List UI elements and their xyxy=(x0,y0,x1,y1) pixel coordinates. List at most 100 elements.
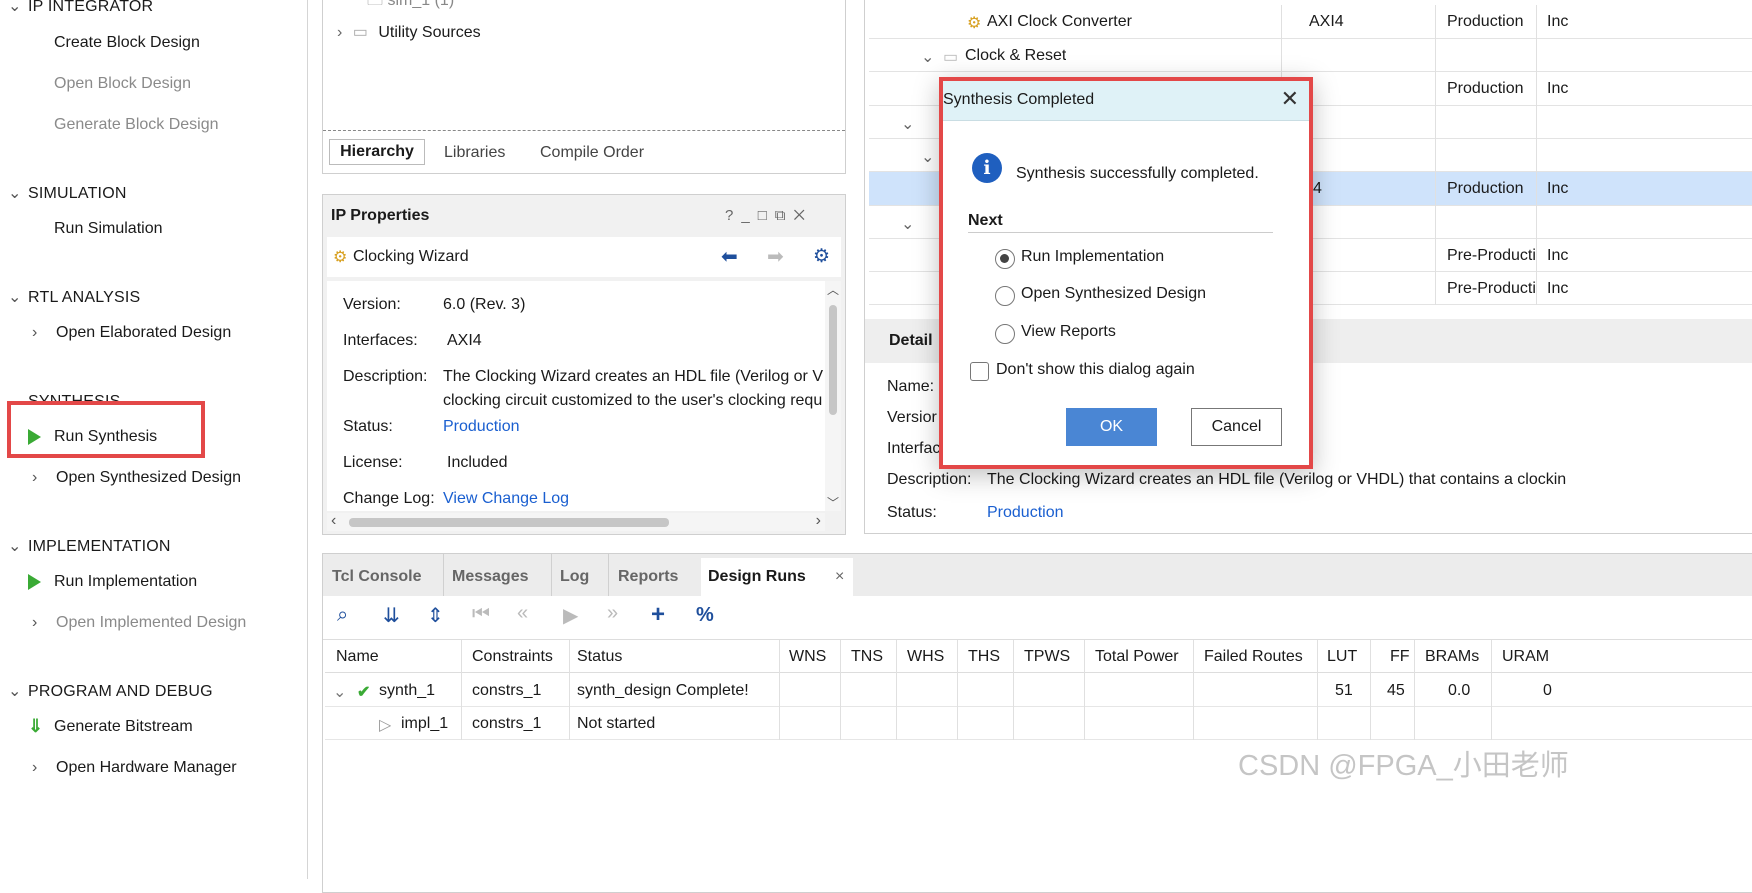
chevron-right-icon: › xyxy=(32,469,38,486)
folder-icon: 🗀 xyxy=(367,0,384,9)
tab-reports[interactable]: Reports xyxy=(618,568,678,586)
dialog-message: Synthesis successfully completed. xyxy=(1016,165,1259,182)
fast-forward-icon[interactable]: » xyxy=(607,602,618,625)
radio-unselected[interactable] xyxy=(995,286,1015,306)
chevron-right-icon: › xyxy=(32,759,38,776)
scroll-thumb[interactable] xyxy=(829,305,837,415)
percent-icon[interactable]: % xyxy=(696,604,714,627)
rewind-icon[interactable]: « xyxy=(517,602,528,625)
close-icon[interactable]: ✕ xyxy=(1281,86,1299,112)
ip-name: Clocking Wizard xyxy=(353,248,469,265)
section-rtl-analysis[interactable]: ⌄ RTL ANALYSIS xyxy=(8,287,140,307)
folder-icon: ▭ xyxy=(352,24,368,41)
design-runs-panel: Tcl Console Messages Log Reports Design … xyxy=(322,553,1752,893)
scroll-down-icon[interactable]: ﹀ xyxy=(827,494,839,511)
vertical-scrollbar[interactable]: ︿ ﹀ xyxy=(825,281,841,511)
chevron-right-icon: › xyxy=(337,24,343,41)
radio-selected[interactable] xyxy=(995,249,1015,269)
scroll-right-icon[interactable]: › xyxy=(816,512,821,530)
section-implementation[interactable]: ⌄ IMPLEMENTATION xyxy=(8,536,171,556)
scroll-up-icon[interactable]: ︿ xyxy=(827,281,839,298)
create-block-design[interactable]: Create Block Design xyxy=(54,34,200,52)
dialog-title: Synthesis Completed xyxy=(943,91,1095,108)
view-change-log-link[interactable]: View Change Log xyxy=(443,490,569,508)
close-tab-icon[interactable]: × xyxy=(835,568,844,586)
tab-compile-order[interactable]: Compile Order xyxy=(540,144,644,162)
open-synthesized-design[interactable]: › Open Synthesized Design xyxy=(32,469,241,487)
minimize-icon[interactable]: _ xyxy=(741,207,757,224)
first-icon[interactable]: ⏮ xyxy=(472,603,490,626)
open-elaborated-design[interactable]: › Open Elaborated Design xyxy=(32,324,231,342)
open-hardware-manager[interactable]: › Open Hardware Manager xyxy=(32,759,237,777)
sources-panel: 🗀 sim_1 (1) › ▭ Utility Sources Hierarch… xyxy=(322,0,846,174)
tab-messages[interactable]: Messages xyxy=(452,568,529,586)
chevron-right-icon: › xyxy=(32,614,38,631)
section-simulation[interactable]: ⌄ SIMULATION xyxy=(8,183,127,203)
tab-hierarchy[interactable]: Hierarchy xyxy=(329,139,425,165)
details-status-link[interactable]: Production xyxy=(987,504,1064,522)
scroll-left-icon[interactable]: ‹ xyxy=(331,512,336,530)
back-arrow-icon[interactable]: ⬅ xyxy=(721,244,738,269)
utility-sources-item[interactable]: › ▭ Utility Sources xyxy=(337,22,481,42)
chevron-down-icon: ⌄ xyxy=(921,49,935,66)
radio-unselected[interactable] xyxy=(995,324,1015,344)
section-program-debug[interactable]: ⌄ PROGRAM AND DEBUG xyxy=(8,681,213,701)
table-row[interactable]: ▷ impl_1 constrs_1 Not started xyxy=(325,707,1752,740)
ok-button[interactable]: OK xyxy=(1066,408,1157,446)
panel-window-controls[interactable]: ?_□⧉✕ xyxy=(725,207,813,224)
checkbox[interactable] xyxy=(970,362,989,381)
help-icon[interactable]: ? xyxy=(725,207,741,224)
watermark: CSDN @FPGA_小田老师 xyxy=(1238,750,1569,782)
ip-chip-icon: ⚙ xyxy=(333,249,348,266)
expand-all-icon[interactable]: ⇕ xyxy=(427,603,444,628)
flow-navigator: ⌄ IP INTEGRATOR Create Block Design Open … xyxy=(0,0,308,879)
synthesis-completed-dialog: Synthesis Completed ✕ i Synthesis succes… xyxy=(939,77,1313,469)
cancel-button[interactable]: Cancel xyxy=(1191,408,1282,446)
tab-log[interactable]: Log xyxy=(560,568,589,586)
chevron-down-icon[interactable]: ⌄ xyxy=(333,682,346,702)
generate-bitstream[interactable]: ⇓ Generate Bitstream xyxy=(28,716,193,736)
ip-header-row: ⚙ Clocking Wizard ⬅ ➡ ⚙ xyxy=(327,237,841,277)
close-icon[interactable]: ✕ xyxy=(793,207,812,224)
hscroll-thumb[interactable] xyxy=(349,518,669,527)
add-run-icon[interactable]: + xyxy=(651,601,665,629)
run-green-triangle-icon xyxy=(28,574,41,595)
settings-gear-icon[interactable]: ⚙ xyxy=(813,245,830,268)
ip-interfaces: AXI4 xyxy=(447,332,482,349)
table-row[interactable]: ⌄ ✔ synth_1 constrs_1 synth_design Compl… xyxy=(325,674,1752,707)
open-block-design[interactable]: Open Block Design xyxy=(54,75,191,93)
ip-status-link[interactable]: Production xyxy=(443,418,520,436)
folder-icon: ▭ xyxy=(943,49,959,66)
run-icon[interactable]: ▶ xyxy=(563,603,578,628)
sim-source-item[interactable]: 🗀 sim_1 (1) xyxy=(367,0,454,16)
bitstream-icon: ⇓ xyxy=(28,716,44,736)
ip-chip-icon: ⚙ xyxy=(967,15,982,32)
next-divider xyxy=(968,232,1273,233)
run-simulation[interactable]: Run Simulation xyxy=(54,220,163,238)
ip-description-line1: The Clocking Wizard creates an HDL file … xyxy=(443,368,823,385)
details-description: The Clocking Wizard creates an HDL file … xyxy=(987,471,1567,488)
forward-arrow-icon[interactable]: ➡ xyxy=(767,244,784,269)
section-ip-integrator[interactable]: ⌄ IP INTEGRATOR xyxy=(8,0,153,16)
maximize-icon[interactable]: □ xyxy=(758,207,775,224)
triangle-right-icon: ▷ xyxy=(379,717,392,734)
generate-block-design[interactable]: Generate Block Design xyxy=(54,116,219,134)
table-row[interactable]: ⚙ AXI Clock Converter AXI4 Production In… xyxy=(869,5,1752,39)
ip-properties-title: IP Properties xyxy=(331,207,430,224)
collapse-all-icon[interactable]: ⇊ xyxy=(383,603,400,628)
tab-tcl-console[interactable]: Tcl Console xyxy=(332,568,422,586)
dialog-titlebar[interactable]: Synthesis Completed ✕ xyxy=(943,81,1309,121)
ip-license: Included xyxy=(447,454,508,471)
highlight-run-synthesis xyxy=(7,401,205,458)
search-icon[interactable]: ⌕ xyxy=(337,604,348,627)
tab-divider xyxy=(323,130,845,131)
tab-design-runs[interactable]: Design Runs × xyxy=(701,558,853,596)
tab-libraries[interactable]: Libraries xyxy=(444,144,505,162)
next-label: Next xyxy=(968,212,1003,229)
float-icon[interactable]: ⧉ xyxy=(775,207,794,224)
ip-version: 6.0 (Rev. 3) xyxy=(443,296,526,313)
run-implementation[interactable]: Run Implementation xyxy=(28,573,197,591)
open-implemented-design[interactable]: › Open Implemented Design xyxy=(32,614,246,632)
horizontal-scrollbar[interactable]: ‹ › xyxy=(327,512,825,531)
table-row[interactable]: ⌄ ▭ Clock & Reset xyxy=(869,39,1752,72)
